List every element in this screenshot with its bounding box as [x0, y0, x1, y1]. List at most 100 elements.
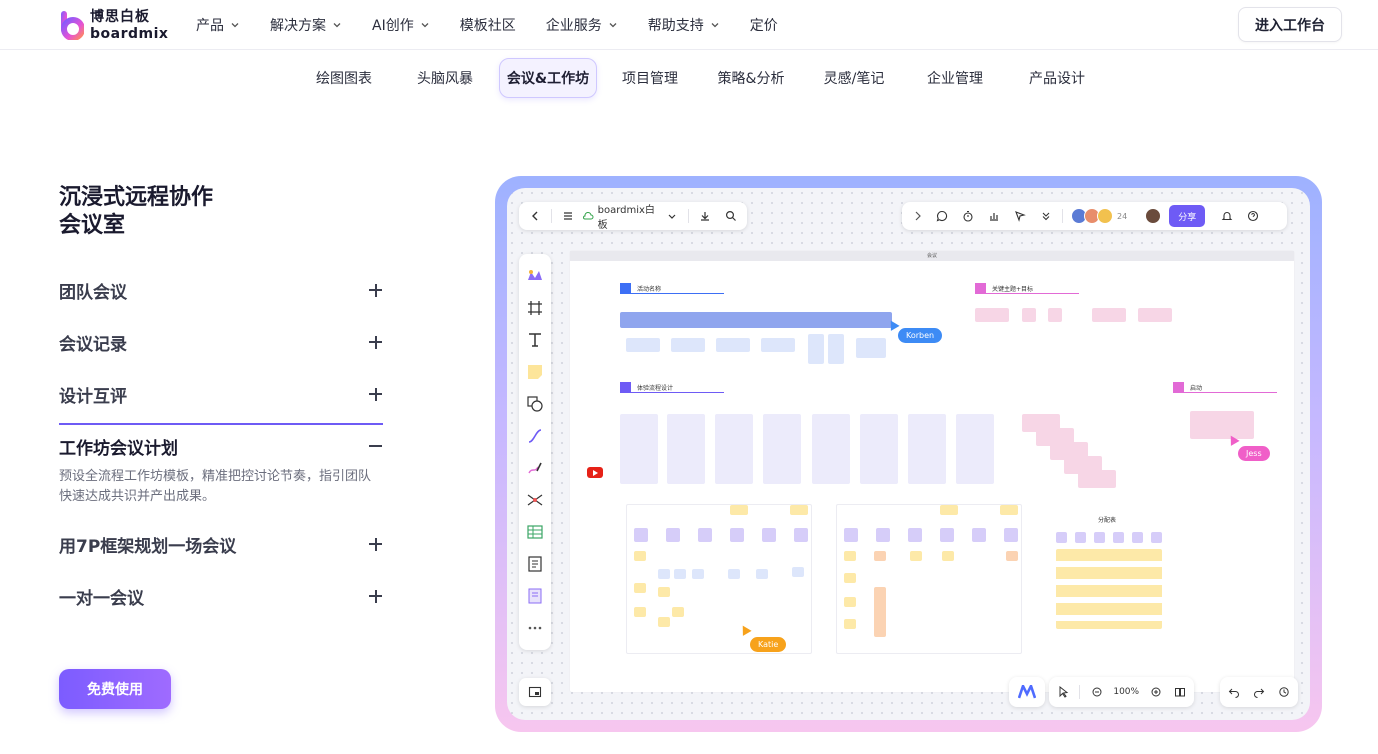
menu-item-product[interactable]: 产品 [196, 15, 240, 35]
sticky-note [790, 505, 808, 515]
menu-item-templates[interactable]: 模板社区 [460, 15, 516, 35]
plus-icon[interactable] [369, 283, 383, 297]
menu-item-solutions[interactable]: 解决方案 [270, 15, 342, 35]
sticky-note [666, 528, 680, 542]
book-icon[interactable] [1172, 684, 1188, 700]
accordion-item-team-meeting[interactable]: 团队会议 [59, 278, 383, 303]
tab-diagrams[interactable]: 绘图图表 [304, 58, 384, 98]
select-cursor-icon[interactable] [1055, 684, 1071, 700]
groups-label: 分配表 [1098, 517, 1117, 524]
plus-icon[interactable] [369, 537, 383, 551]
tab-brainstorm[interactable]: 头脑风暴 [405, 58, 485, 98]
sticky-note-icon[interactable] [524, 361, 546, 383]
sticky-note [844, 597, 856, 607]
sticky-note [658, 569, 670, 579]
menu-item-pricing[interactable]: 定价 [750, 15, 778, 35]
follow-icon[interactable] [1012, 208, 1028, 224]
timer-icon[interactable] [960, 208, 976, 224]
ai-assistant-button[interactable] [1009, 677, 1045, 707]
chevron-down-icon[interactable] [664, 208, 680, 224]
chevron-down-icon [333, 23, 341, 28]
enter-workspace-button[interactable]: 进入工作台 [1238, 7, 1342, 42]
plus-icon[interactable] [369, 387, 383, 401]
menu-item-help[interactable]: 帮助支持 [648, 15, 720, 35]
vote-icon[interactable] [986, 208, 1002, 224]
sticky-note [876, 528, 890, 542]
back-icon[interactable] [527, 208, 543, 224]
more-icon[interactable] [524, 617, 546, 639]
plus-icon[interactable] [369, 335, 383, 349]
accordion-item-workshop-plan[interactable]: 工作坊会议计划 预设全流程工作坊模板，精准把控讨论节奏，指引团队快速达成共识并产… [59, 434, 383, 507]
sticky-note [762, 528, 776, 542]
kickoff-header: 启动 [1173, 381, 1277, 393]
zoom-out-icon[interactable] [1089, 684, 1105, 700]
whiteboard-board[interactable]: 会议 活动名称 关键主题+目标 体验流程设计 启动 分配表 Korben Jes… [570, 251, 1294, 692]
minimap-button[interactable] [519, 678, 551, 706]
collaborator-count[interactable]: 24 [1117, 212, 1127, 221]
history-icon[interactable] [1276, 684, 1292, 700]
tab-product-design[interactable]: 产品设计 [1017, 58, 1097, 98]
double-chevron-down-icon[interactable] [1038, 208, 1054, 224]
menu-item-label: 产品 [196, 18, 224, 34]
brand-logo[interactable]: 博思白板 boardmix [60, 9, 168, 41]
free-use-button[interactable]: 免费使用 [59, 669, 171, 709]
accordion-item-7p-framework[interactable]: 用7P框架规划一场会议 [59, 532, 383, 557]
connector-icon[interactable] [524, 425, 546, 447]
accordion-item-one-on-one[interactable]: 一对一会议 [59, 584, 383, 609]
sticky-note [728, 569, 740, 579]
menu-icon[interactable] [560, 208, 576, 224]
help-icon[interactable] [1245, 208, 1261, 224]
tab-enterprise-management[interactable]: 企业管理 [915, 58, 995, 98]
text-icon[interactable] [524, 329, 546, 351]
accordion-item-meeting-notes[interactable]: 会议记录 [59, 330, 383, 355]
templates-icon[interactable] [524, 265, 546, 287]
section-title-line: 会议室 [59, 213, 126, 238]
table-icon[interactable] [524, 521, 546, 543]
mindmap-icon[interactable] [524, 489, 546, 511]
sticky-note [1075, 532, 1086, 543]
undo-icon[interactable] [1226, 684, 1242, 700]
menu-item-enterprise[interactable]: 企业服务 [546, 15, 618, 35]
sticky-note [658, 617, 670, 627]
cursor-label-jess: Jess [1238, 446, 1270, 461]
comment-icon[interactable] [934, 208, 950, 224]
history-toolbar [1220, 677, 1298, 707]
tab-strategy-analysis[interactable]: 策略&分析 [706, 58, 796, 98]
current-user-avatar[interactable] [1145, 208, 1162, 224]
sticky-note [844, 528, 858, 542]
tab-inspiration-notes[interactable]: 灵感/笔记 [810, 58, 898, 98]
menu-item-ai[interactable]: AI创作 [372, 15, 430, 35]
plus-icon[interactable] [369, 589, 383, 603]
section-title-line: 沉浸式远程协作 [59, 185, 214, 210]
accordion-label: 团队会议 [59, 282, 127, 303]
column-card [763, 414, 801, 484]
tab-project-management[interactable]: 项目管理 [610, 58, 690, 98]
menu-item-label: 定价 [749, 18, 778, 34]
download-icon[interactable] [697, 208, 713, 224]
card [1022, 308, 1036, 322]
sticky-note [634, 583, 646, 593]
zoom-in-icon[interactable] [1148, 684, 1164, 700]
accordion-item-design-review[interactable]: 设计互评 [59, 382, 383, 407]
share-button[interactable]: 分享 [1169, 205, 1206, 227]
header-label: 体验流程设计 [637, 384, 674, 392]
sticky-note [1132, 532, 1143, 543]
frame-icon[interactable] [524, 297, 546, 319]
chevron-down-icon [711, 23, 719, 28]
avatar[interactable] [1097, 208, 1113, 224]
accordion-label: 工作坊会议计划 [59, 438, 178, 459]
file-name[interactable]: boardmix白板 [598, 201, 665, 231]
shape-icon[interactable] [524, 393, 546, 415]
document-icon[interactable] [524, 553, 546, 575]
bell-icon[interactable] [1219, 208, 1235, 224]
tab-meetings-workshops[interactable]: 会议&工作坊 [499, 58, 597, 98]
minus-icon[interactable] [369, 439, 383, 453]
share-label: 分享 [1178, 212, 1197, 223]
card [1048, 308, 1062, 322]
zoom-level[interactable]: 100% [1113, 687, 1139, 697]
page-icon[interactable] [524, 585, 546, 607]
redo-icon[interactable] [1251, 684, 1267, 700]
pen-icon[interactable] [524, 457, 546, 479]
chevron-right-icon[interactable] [910, 208, 926, 224]
search-icon[interactable] [723, 208, 739, 224]
